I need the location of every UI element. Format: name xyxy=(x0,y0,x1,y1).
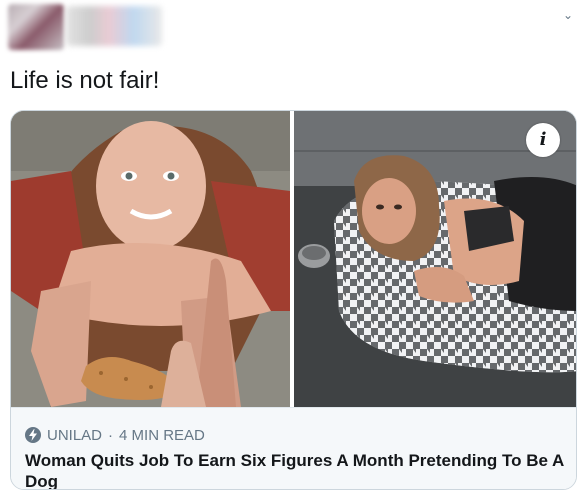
chevron-down-icon[interactable]: ⌄ xyxy=(561,8,575,22)
link-card[interactable]: i UNILAD · 4 MIN READ Woman Quits Job To… xyxy=(10,110,577,490)
card-headline[interactable]: Woman Quits Job To Earn Six Figures A Mo… xyxy=(25,450,570,489)
avatar[interactable] xyxy=(8,4,64,50)
tweet-text: Life is not fair! xyxy=(10,67,160,94)
tweet-header: ⌄ xyxy=(0,0,581,58)
card-source-name: UNILAD xyxy=(47,426,103,444)
card-separator: · xyxy=(108,426,114,444)
card-footer[interactable]: UNILAD · 4 MIN READ Woman Quits Job To E… xyxy=(11,407,576,489)
author-name-blurred[interactable] xyxy=(66,6,162,46)
card-read-time: 4 MIN READ xyxy=(119,426,205,444)
card-photo-left xyxy=(11,111,290,407)
info-icon[interactable]: i xyxy=(526,123,560,157)
card-source-row: UNILAD · 4 MIN READ xyxy=(25,426,205,444)
lightning-bolt-icon xyxy=(25,427,41,443)
card-photo-right xyxy=(294,111,576,407)
card-media[interactable]: i xyxy=(11,111,576,407)
